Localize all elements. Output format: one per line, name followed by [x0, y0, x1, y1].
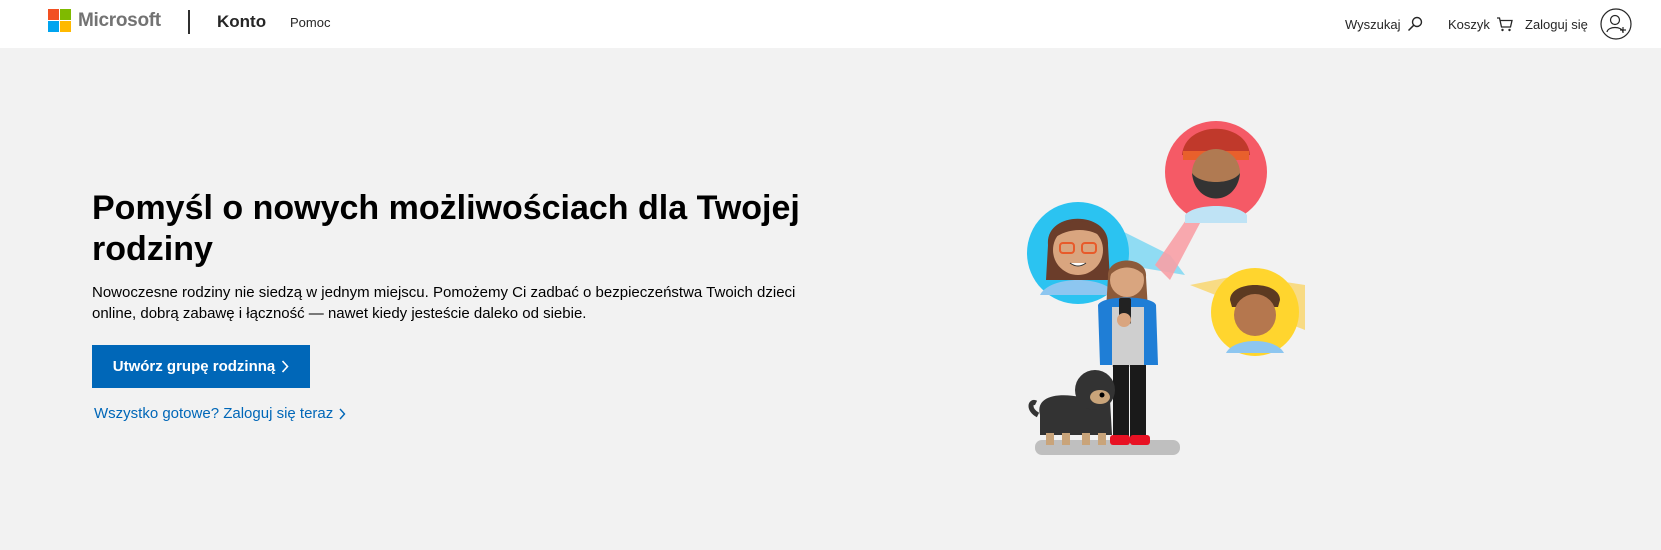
cart-icon — [1496, 16, 1513, 32]
hero-title: Pomyśl o nowych możliwościach dla Twojej… — [92, 189, 800, 268]
top-header: Microsoft Konto Pomoc Wyszukaj Koszyk Za… — [0, 0, 1661, 48]
search-icon — [1407, 16, 1423, 32]
user-avatar-icon — [1600, 8, 1632, 40]
signin-label: Zaloguj się — [1525, 16, 1588, 32]
microsoft-logo-icon — [48, 9, 71, 32]
cta-label: Utwórz grupę rodzinną — [112, 358, 276, 375]
chevron-right-icon — [281, 360, 289, 373]
search-label: Wyszukaj — [1345, 16, 1401, 32]
header-divider — [188, 10, 190, 34]
brand-link[interactable]: Konto — [217, 12, 266, 32]
nav-help-link[interactable]: Pomoc — [290, 15, 330, 30]
microsoft-logo[interactable]: Microsoft — [48, 9, 161, 32]
hero-description: Nowoczesne rodziny nie siedzą w jednym m… — [92, 284, 796, 322]
chevron-right-icon — [339, 408, 346, 420]
man-beard-avatar-icon — [1165, 121, 1267, 223]
boy-avatar-icon — [1211, 268, 1299, 356]
create-family-group-button[interactable]: Utwórz grupę rodzinną — [92, 345, 310, 388]
signin-link-label: Wszystko gotowe? Zaloguj się teraz — [94, 405, 334, 422]
family-illustration — [1000, 115, 1380, 495]
signin-now-link[interactable]: Wszystko gotowe? Zaloguj się teraz — [94, 405, 346, 422]
cart-button[interactable]: Koszyk — [1448, 0, 1513, 48]
cart-label: Koszyk — [1448, 16, 1490, 32]
search-button[interactable]: Wyszukaj — [1345, 0, 1423, 48]
dog-icon — [1028, 370, 1115, 445]
signin-button[interactable]: Zaloguj się — [1525, 0, 1632, 48]
logo-text: Microsoft — [78, 9, 161, 31]
